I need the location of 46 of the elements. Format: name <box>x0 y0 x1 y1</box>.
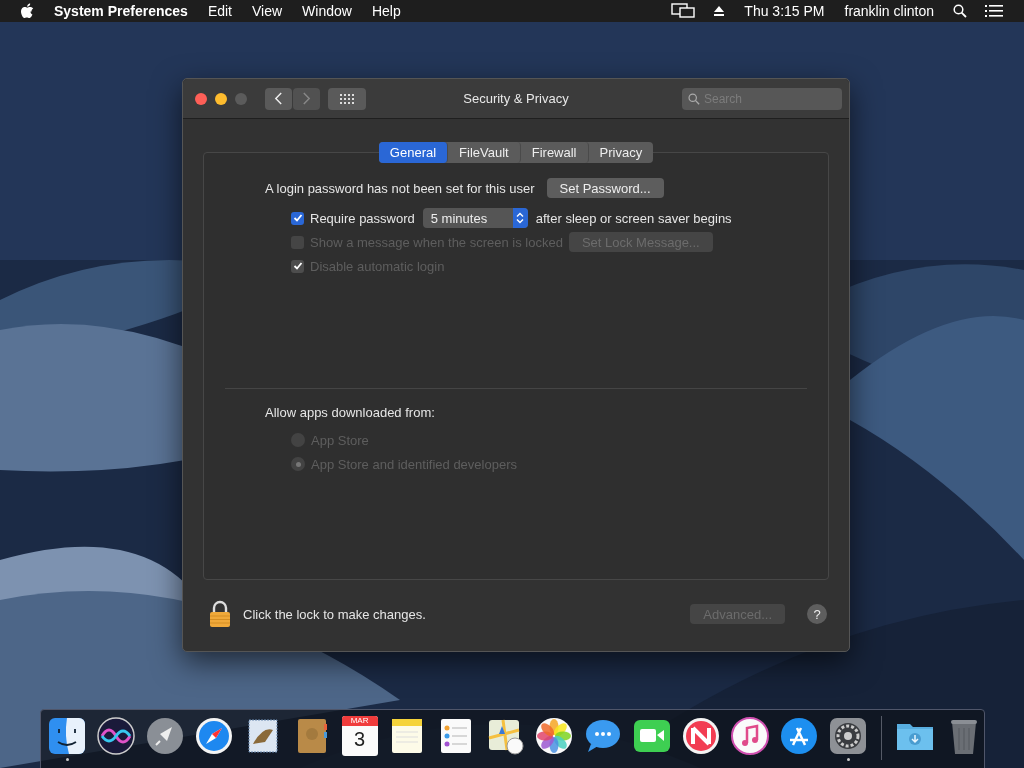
flower-icon[interactable] <box>534 716 575 756</box>
checkbox[interactable] <box>291 211 304 225</box>
calendar-icon[interactable]: MAR 3 <box>341 716 378 756</box>
rocket-icon[interactable] <box>145 716 185 756</box>
menu-icon[interactable] <box>985 4 1003 18</box>
app-menu[interactable]: System Preferences <box>54 3 198 19</box>
search-icon[interactable] <box>953 4 967 18</box>
chevron-right-icon <box>302 92 311 105</box>
menu-item[interactable]: Window <box>292 3 362 19</box>
compass-icon[interactable] <box>194 716 234 756</box>
menu-item[interactable]: View <box>242 3 293 19</box>
tab[interactable]: General <box>378 142 449 163</box>
window-control-button[interactable] <box>215 92 227 105</box>
back-button[interactable] <box>265 87 292 110</box>
search-icon <box>688 92 700 105</box>
chevron-left-icon <box>274 92 283 105</box>
calendar-day: 3 <box>353 726 366 752</box>
window-control-button[interactable] <box>195 92 207 105</box>
grid-icon <box>340 93 354 104</box>
app-store-icon[interactable] <box>779 716 820 756</box>
help-button[interactable]: ? <box>807 604 827 624</box>
show-all-button[interactable] <box>328 87 366 110</box>
interval-suffix: after sleep or screen saver begins <box>535 210 732 226</box>
password-message: A login password has not been set for this user <box>265 180 535 196</box>
padlock-icon[interactable] <box>209 600 231 628</box>
calendar-month: MAR <box>341 716 378 726</box>
apple-logo-icon[interactable] <box>20 3 34 19</box>
smiling-face-icon[interactable] <box>47 716 87 756</box>
set-password-button[interactable]: Set Password... <box>546 178 664 198</box>
tab[interactable]: Privacy <box>588 142 654 163</box>
up-down-arrows-icon <box>516 212 525 224</box>
menu-item[interactable]: Edit <box>197 3 242 19</box>
user-name[interactable]: franklin clinton <box>834 3 944 19</box>
news-icon[interactable] <box>681 716 722 756</box>
allow-apps-label: Allow apps downloaded from: <box>265 405 436 420</box>
interval-dropdown[interactable]: 5 minutes <box>422 208 528 228</box>
menu-item[interactable]: Help <box>361 3 411 19</box>
window-title: Security & Privacy <box>463 91 569 106</box>
gear-icon[interactable] <box>828 716 869 756</box>
music-note-icon[interactable] <box>730 716 771 756</box>
display-icon[interactable] <box>671 3 696 19</box>
eject-icon[interactable] <box>713 5 726 17</box>
checkbox-label: Require password <box>310 210 415 226</box>
clock[interactable]: Thu 3:15 PM <box>734 3 835 19</box>
lock-message: Click the lock to make changes. <box>243 606 426 622</box>
orb-icon[interactable] <box>96 716 136 756</box>
